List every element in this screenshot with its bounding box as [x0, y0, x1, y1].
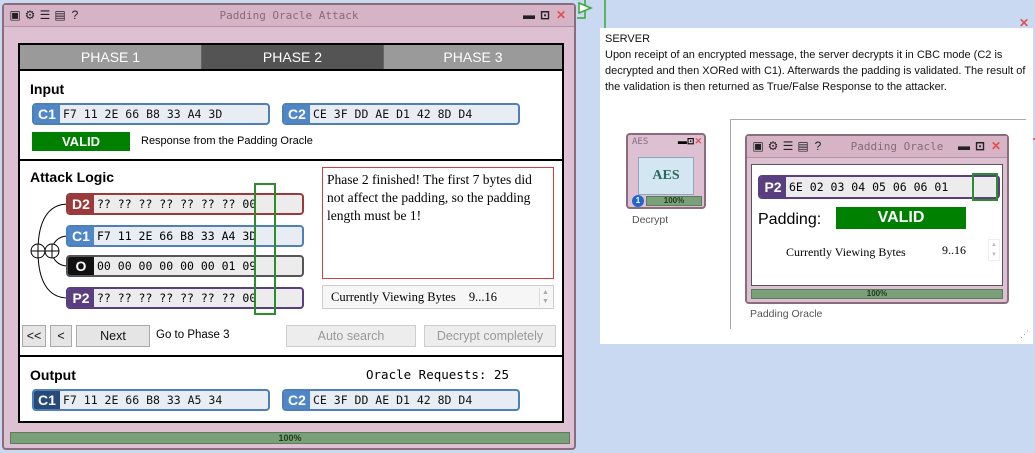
status-message: Phase 2 finished! The first 7 bytes did …: [322, 167, 554, 279]
padding-oracle-window: ▣ ⚙ ☰ ▤ ? Padding Oracle ▬ ⊡ ✕ P2 6E 02 …: [745, 134, 1009, 304]
oracle-window-controls: ▬ ⊡ ✕: [957, 139, 1003, 153]
server-note: SERVER Upon receipt of an encrypted mess…: [600, 16, 1033, 344]
oracle-progress: 100%: [751, 289, 1003, 299]
minimize-icon[interactable]: ▬: [522, 8, 536, 22]
oracle-viewing-stepper[interactable]: ▲ ▼: [988, 239, 1000, 261]
output-section: Output Oracle Requests: 25 C1 F7 11 2E 6…: [20, 357, 562, 421]
first-phase-button[interactable]: <<: [22, 325, 46, 347]
oracle-p2-block: P2 6E 02 03 04 05 06 06 01: [758, 175, 1000, 199]
help-icon[interactable]: ?: [811, 139, 825, 153]
aes-title: AES: [632, 137, 649, 147]
note-close-icon[interactable]: ✕: [1019, 16, 1029, 30]
auto-search-button[interactable]: Auto search: [286, 325, 416, 347]
tab-phase-2[interactable]: PHASE 2: [202, 45, 384, 69]
oracle-panel: P2 6E 02 03 04 05 06 06 01 Padding: VALI…: [751, 164, 1003, 286]
tab-phase-1[interactable]: PHASE 1: [20, 45, 202, 69]
row-tag: P2: [68, 289, 94, 307]
server-note-body: Upon receipt of an encrypted message, th…: [605, 49, 1026, 93]
block-bytes: CE 3F DD AE D1 42 8D D4: [313, 107, 473, 121]
aes-badge: 1: [632, 195, 644, 207]
block-tag: C2: [284, 391, 310, 409]
next-button[interactable]: Next: [76, 325, 150, 347]
stack-icon[interactable]: ☰: [781, 139, 795, 153]
xor-diagram: [30, 203, 69, 299]
block-tag: C1: [34, 391, 60, 409]
decrypt-completely-button[interactable]: Decrypt completely: [424, 325, 556, 347]
aes-component[interactable]: AES ▬⊡✕ AES 1 100%: [626, 133, 706, 209]
progress-bar: 100%: [10, 432, 570, 444]
block-bytes: 6E 02 03 04 05 06 06 01: [789, 180, 949, 194]
server-note-title: SERVER: [605, 33, 651, 45]
output-c1-block: C1 F7 11 2E 66 B8 33 A5 34: [32, 389, 270, 411]
phase-panel: PHASE 1 PHASE 2 PHASE 3 Input C1 F7 11 2…: [18, 43, 564, 423]
previous-button[interactable]: <: [50, 325, 72, 347]
tab-phase-3[interactable]: PHASE 3: [384, 45, 562, 69]
padding-oracle-attack-window: ▣ ⚙ ☰ ▤ ? Padding Oracle Attack ▬ ⊡ ✕ PH…: [2, 3, 576, 450]
row-tag: D2: [68, 195, 94, 213]
block-tag: P2: [760, 177, 786, 197]
row-tag: O: [68, 257, 94, 275]
oracle-viewing-label: Currently Viewing Bytes: [786, 245, 906, 259]
block-bytes: F7 11 2E 66 B8 33 A5 34: [63, 393, 223, 407]
maximize-icon[interactable]: ⊡: [973, 139, 987, 153]
input-c1-block: C1 F7 11 2E 66 B8 33 A4 3D: [32, 103, 270, 125]
oracle-requests: Oracle Requests: 25: [366, 367, 509, 382]
block-bytes: CE 3F DD AE D1 42 8D D4: [313, 393, 473, 407]
oracle-toolbar-icons: ▣ ⚙ ☰ ▤ ?: [751, 139, 825, 153]
next-hint: Go to Phase 3: [156, 329, 230, 341]
input-c2-block: C2 CE 3F DD AE D1 42 8D D4: [282, 103, 520, 125]
validity-badge: VALID: [32, 132, 130, 151]
oracle-byte-highlight: [972, 173, 998, 201]
minimize-icon[interactable]: ▬: [957, 139, 971, 153]
block-bytes: F7 11 2E 66 B8 33 A4 3D: [63, 107, 223, 121]
aes-icon: AES: [638, 157, 694, 195]
aes-controls: ▬⊡✕: [678, 136, 702, 147]
input-heading: Input: [30, 81, 65, 97]
row-tag: C1: [68, 227, 94, 245]
current-byte-highlight: [254, 183, 276, 315]
viewing-bytes-label: Currently Viewing Bytes: [331, 290, 456, 304]
close-icon[interactable]: ✕: [989, 139, 1003, 153]
title-bar[interactable]: ▣ ⚙ ☰ ▤ ? Padding Oracle Attack ▬ ⊡ ✕: [4, 5, 574, 27]
close-icon[interactable]: ✕: [554, 8, 568, 22]
block-tag: C2: [284, 105, 310, 123]
aes-progress: 100%: [646, 196, 702, 206]
image-icon[interactable]: ▣: [751, 139, 765, 153]
close-icon[interactable]: ✕: [694, 136, 702, 146]
padding-validity: VALID: [836, 207, 966, 229]
viewing-bytes-stepper[interactable]: ▲ ▼: [539, 288, 551, 306]
validity-note: Response from the Padding Oracle: [141, 135, 313, 147]
server-note-text: SERVER Upon receipt of an encrypted mess…: [605, 31, 1030, 95]
oracle-window-title: Padding Oracle: [850, 140, 944, 153]
output-heading: Output: [30, 367, 76, 383]
input-section: Input C1 F7 11 2E 66 B8 33 A4 3D C2 CE 3…: [20, 71, 562, 161]
clipboard-icon[interactable]: ▤: [796, 139, 810, 153]
minimize-icon[interactable]: ▬: [678, 136, 687, 146]
padding-label: Padding:: [758, 211, 822, 228]
oracle-title-bar[interactable]: ▣ ⚙ ☰ ▤ ? Padding Oracle ▬ ⊡ ✕: [747, 136, 1007, 158]
output-c2-block: C2 CE 3F DD AE D1 42 8D D4: [282, 389, 520, 411]
block-tag: C1: [34, 105, 60, 123]
aes-caption: Decrypt: [632, 214, 669, 226]
maximize-icon[interactable]: ⊡: [538, 8, 552, 22]
viewing-bytes-value: 9...16: [468, 290, 497, 304]
oracle-caption: Padding Oracle: [750, 308, 823, 320]
window-controls: ▬ ⊡ ✕: [522, 8, 568, 22]
resize-grip-icon[interactable]: ⋰: [1020, 329, 1029, 340]
viewing-bytes-box[interactable]: Currently Viewing Bytes 9...16 ▲ ▼: [322, 285, 554, 309]
gear-icon[interactable]: ⚙: [766, 139, 780, 153]
attack-logic-heading: Attack Logic: [30, 169, 115, 185]
window-title: Padding Oracle Attack: [219, 9, 359, 22]
attack-logic-section: Attack Logic D2 ?? ?? ?? ?? ?? ?? ?? 00 …: [20, 161, 562, 357]
oracle-viewing-value: 9..16: [942, 243, 966, 257]
